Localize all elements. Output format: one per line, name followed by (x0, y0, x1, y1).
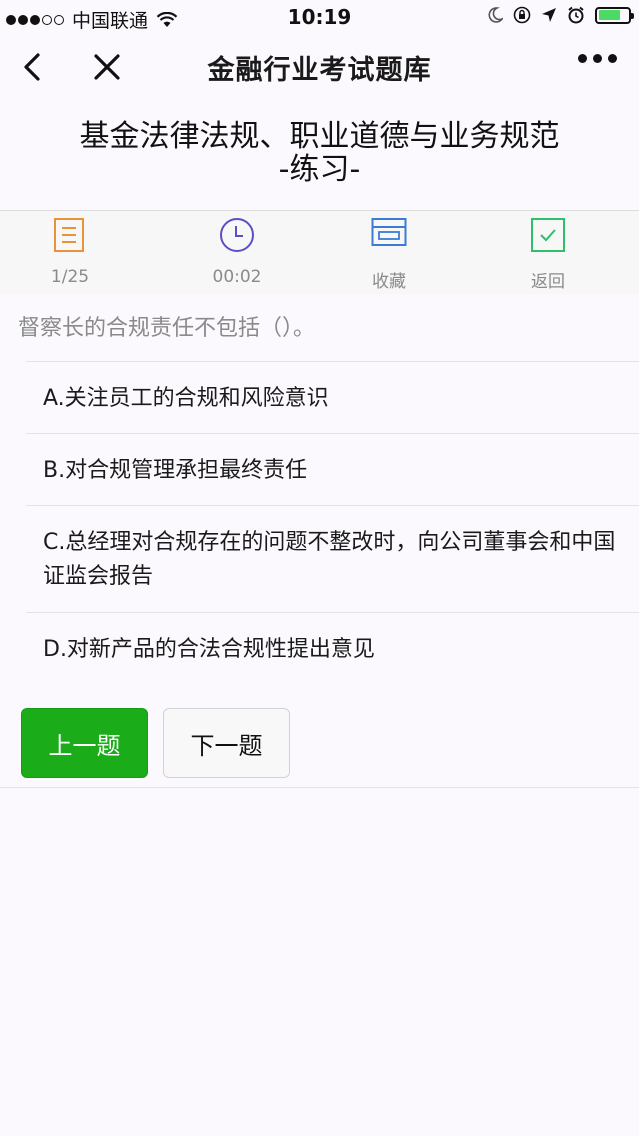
page-title-line2: -练习- (278, 152, 361, 187)
progress-label: 1/25 (50, 267, 90, 287)
status-right (487, 6, 634, 24)
more-icon[interactable] (578, 54, 617, 63)
option-d[interactable]: D.对新产品的合法合规性提出意见 (26, 612, 639, 684)
option-c[interactable]: C.总经理对合规存在的问题不整改时，向公司董事会和中国证监会报告 (26, 505, 639, 612)
bottom-divider (0, 787, 639, 788)
battery-level (598, 10, 621, 20)
checkbox-icon (531, 218, 565, 252)
options-list: A.关注员工的合规和风险意识 B.对合规管理承担最终责任 C.总经理对合规存在的… (26, 361, 639, 684)
toolbar: 1/25 00:02 收藏 返回 (0, 210, 639, 294)
alarm-icon (568, 6, 584, 24)
clock-icon (220, 218, 254, 252)
moon-icon (488, 7, 503, 23)
timer-label: 00:02 (212, 267, 262, 287)
return-tool[interactable]: 返回 (488, 211, 608, 295)
option-b[interactable]: B.对合规管理承担最终责任 (26, 433, 639, 505)
option-a[interactable]: A.关注员工的合规和风险意识 (26, 361, 639, 433)
previous-question-button[interactable]: 上一题 (21, 708, 148, 778)
page-title-line1: 基金法律法规、职业道德与业务规范 (79, 119, 560, 154)
location-icon (542, 8, 556, 22)
progress-tool[interactable]: 1/25 (10, 211, 130, 295)
orientation-lock-icon (513, 6, 531, 24)
return-label: 返回 (531, 272, 565, 292)
favorite-label: 收藏 (372, 272, 406, 292)
timer-tool: 00:02 (177, 211, 297, 295)
document-icon (54, 218, 84, 252)
page-title: 基金法律法规、职业道德与业务规范 -练习- (0, 120, 639, 186)
nav-title: 金融行业考试题库 (207, 55, 432, 86)
status-bar: 中国联通 10:19 (0, 0, 639, 34)
battery-icon (595, 6, 634, 24)
next-question-button[interactable]: 下一题 (163, 708, 290, 778)
question-text: 督察长的合规责任不包括（）。 (18, 316, 316, 341)
nav-bar: 金融行业考试题库 (0, 34, 639, 98)
favorite-tool[interactable]: 收藏 (329, 211, 449, 295)
bookmark-card-icon (371, 218, 407, 246)
